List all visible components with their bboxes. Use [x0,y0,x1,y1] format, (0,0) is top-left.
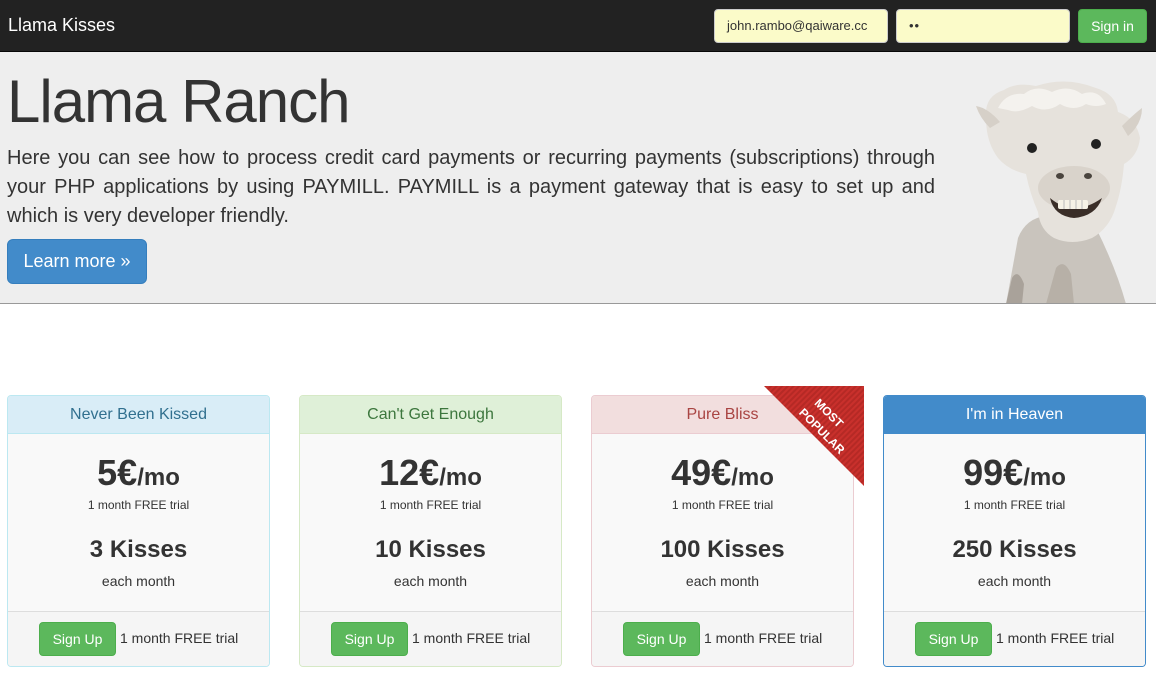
sign-up-button[interactable]: Sign Up [915,622,992,656]
plan-frequency: each month [101,573,176,589]
plan-frequency: each month [977,573,1052,589]
price-amount: 5€ [97,452,138,493]
sign-up-button[interactable]: Sign Up [623,622,700,656]
footer-trial: 1 month FREE trial [412,630,531,646]
page-title: Llama Ranch [7,68,351,135]
sign-up-button[interactable]: Sign Up [331,622,408,656]
plan-card-cant-get-enough: Can't Get Enough 12€/mo 1 month FREE tri… [299,395,562,667]
price-amount: 12€ [379,452,440,493]
footer-trial: 1 month FREE trial [120,630,239,646]
sign-in-button[interactable]: Sign in [1078,9,1147,43]
plan-footer: Sign Up 1 month FREE trial [8,611,269,666]
plan-footer: Sign Up 1 month FREE trial [300,611,561,666]
intro-text: Here you can see how to process credit c… [7,147,935,227]
price-period: /mo [137,464,180,491]
plan-card-never-been-kissed: Never Been Kissed 5€/mo 1 month FREE tri… [7,395,270,667]
plan-price: 5€/mo [8,452,269,494]
plan-trial: 1 month FREE trial [379,498,482,512]
price-amount: 49€ [671,452,732,493]
plan-price: 12€/mo [300,452,561,494]
plan-footer: Sign Up 1 month FREE trial [592,611,853,666]
plan-footer: Sign Up 1 month FREE trial [884,611,1145,666]
plan-kisses: 100 Kisses [660,536,785,563]
plan-title: I'm in Heaven [884,396,1145,434]
plan-title: Never Been Kissed [8,396,269,434]
price-period: /mo [439,464,482,491]
email-input[interactable]: john.rambo@qaiware.cc [714,9,888,43]
footer-trial: 1 month FREE trial [704,630,823,646]
brand-link[interactable]: Llama Kisses [8,15,115,36]
sign-up-button[interactable]: Sign Up [39,622,116,656]
plan-title: Can't Get Enough [300,396,561,434]
plan-trial: 1 month FREE trial [671,498,774,512]
price-amount: 99€ [963,452,1024,493]
plan-kisses: 3 Kisses [89,536,188,563]
plan-kisses: 250 Kisses [952,536,1077,563]
plan-frequency: each month [393,573,468,589]
footer-trial: 1 month FREE trial [996,630,1115,646]
plan-price: 99€/mo [884,452,1145,494]
plan-frequency: each month [685,573,760,589]
plan-kisses: 10 Kisses [375,536,486,563]
plan-trial: 1 month FREE trial [87,498,190,512]
llama-image [976,81,1142,303]
jumbotron: Llama Ranch Here you can see how to proc… [0,52,1156,304]
most-popular-ribbon: MOST POPULAR [764,386,864,486]
price-period: /mo [1023,464,1066,491]
plan-trial: 1 month FREE trial [963,498,1066,512]
password-input[interactable]: •• [896,9,1070,43]
plan-card-im-in-heaven: I'm in Heaven 99€/mo 1 month FREE trial … [883,395,1146,667]
navbar: Llama Kisses john.rambo@qaiware.cc •• Si… [0,0,1156,52]
learn-more-button[interactable]: Learn more » [7,239,147,284]
